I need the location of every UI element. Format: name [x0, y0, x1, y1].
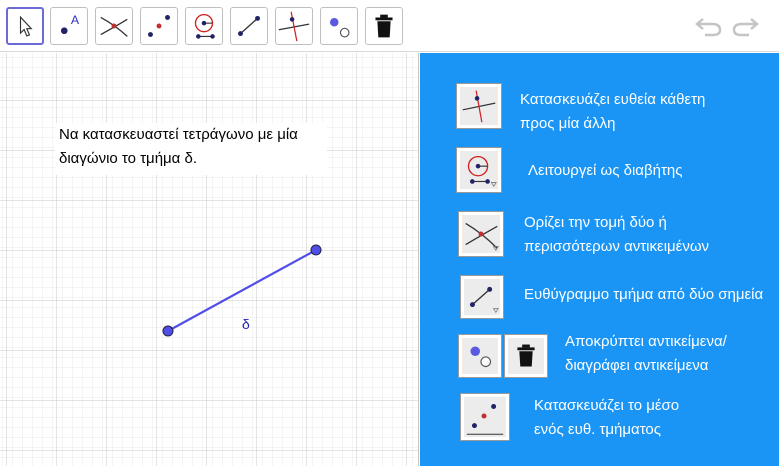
- geogebra-applet: A Να κατασκευαστεί τετράγωνο με μία διαγ…: [0, 0, 779, 466]
- help-perpendicular-line-2: προς μία άλλη: [520, 115, 616, 132]
- task-text: Να κατασκευαστεί τετράγωνο με μία διαγών…: [55, 123, 327, 175]
- show-hide-object-icon: [470, 346, 492, 368]
- help-show-hide-line-1: Αποκρύπτει αντικείμενα/: [565, 333, 727, 350]
- task-text-line-2: διαγώνιο το τμήμα δ.: [59, 150, 198, 167]
- perpendicular-tool-button[interactable]: [275, 7, 313, 45]
- intersect-icon: [100, 16, 128, 37]
- help-perpendicular-text: Κατασκευάζει ευθεία κάθετη προς μία άλλη: [520, 88, 705, 136]
- help-intersect-text: Ορίζει την τομή δύο ή περισσότερων αντικ…: [524, 211, 709, 259]
- help-intersect-line-2: περισσότερων αντικειμένων: [524, 238, 710, 255]
- undo-icon: [695, 18, 722, 37]
- help-show-hide-text: Αποκρύπτει αντικείμενα/ διαγράφει αντικε…: [565, 330, 727, 378]
- perpendicular-line-icon: [278, 11, 310, 42]
- delete-tool-button[interactable]: [365, 7, 403, 45]
- help-compass-icon-box: [456, 147, 502, 193]
- help-delete-icon-box: [504, 334, 548, 378]
- show-hide-tool-button[interactable]: [320, 7, 358, 45]
- segment-tool-button[interactable]: [230, 7, 268, 45]
- intersect-icon: [465, 222, 499, 251]
- toolbar: A: [0, 0, 779, 52]
- grid: [0, 53, 418, 466]
- redo-icon: [732, 18, 759, 37]
- arrow-cursor-icon: [19, 15, 33, 37]
- help-compass-text: Λειτουργεί ως διαβήτης: [528, 159, 682, 183]
- point-tool-button[interactable]: A: [50, 7, 88, 45]
- point-tool-label: A: [71, 13, 80, 27]
- point-with-label-icon: A: [60, 13, 80, 35]
- help-intersect-icon-box: [458, 211, 504, 257]
- help-segment-icon-box: [460, 275, 504, 319]
- help-perpendicular-icon-box: [456, 83, 502, 129]
- trash-icon: [517, 344, 535, 367]
- task-text-line-1: Να κατασκευαστεί τετράγωνο με μία: [59, 126, 298, 143]
- compass-icon: [194, 13, 215, 39]
- trash-icon: [375, 14, 393, 38]
- midpoint-tool-button[interactable]: [140, 7, 178, 45]
- show-hide-object-icon: [330, 17, 350, 38]
- help-perpendicular-line-1: Κατασκευάζει ευθεία κάθετη: [520, 91, 706, 108]
- help-midpoint-line-2: ενός ευθ. τμήματος: [534, 421, 662, 438]
- segment-icon: [469, 286, 499, 313]
- help-show-hide-line-2: διαγράφει αντικείμενα: [565, 357, 709, 374]
- redo-button[interactable]: [730, 14, 760, 38]
- perpendicular-line-icon: [462, 90, 496, 123]
- compass-tool-button[interactable]: [185, 7, 223, 45]
- help-intersect-line-1: Ορίζει την τομή δύο ή: [524, 214, 667, 231]
- help-segment-text: Ευθύγραμμο τμήμα από δύο σημεία: [524, 283, 763, 307]
- compass-icon: [467, 155, 497, 187]
- tool-help-panel: Κατασκευάζει ευθεία κάθετη προς μία άλλη…: [420, 53, 779, 466]
- move-tool-button[interactable]: [6, 7, 44, 45]
- midpoint-icon: [466, 403, 504, 435]
- segment-endpoint-end[interactable]: [310, 244, 322, 256]
- help-midpoint-text: Κατασκευάζει το μέσο ενός ευθ. τμήματος: [534, 394, 679, 442]
- segment-icon: [238, 15, 260, 37]
- help-compass-line-1: Λειτουργεί ως διαβήτης: [528, 162, 683, 179]
- midpoint-icon: [148, 15, 170, 37]
- help-midpoint-line-1: Κατασκευάζει το μέσο: [534, 397, 680, 414]
- segment-label: δ: [242, 316, 250, 332]
- help-midpoint-icon-box: [460, 393, 510, 441]
- graphics-view[interactable]: Να κατασκευαστεί τετράγωνο με μία διαγών…: [0, 53, 419, 466]
- help-segment-line-1: Ευθύγραμμο τμήμα από δύο σημεία: [524, 286, 764, 303]
- help-show-hide-icon-box: [458, 334, 502, 378]
- intersect-tool-button[interactable]: [95, 7, 133, 45]
- undo-button[interactable]: [694, 14, 724, 38]
- segment-endpoint-start[interactable]: [162, 325, 174, 337]
